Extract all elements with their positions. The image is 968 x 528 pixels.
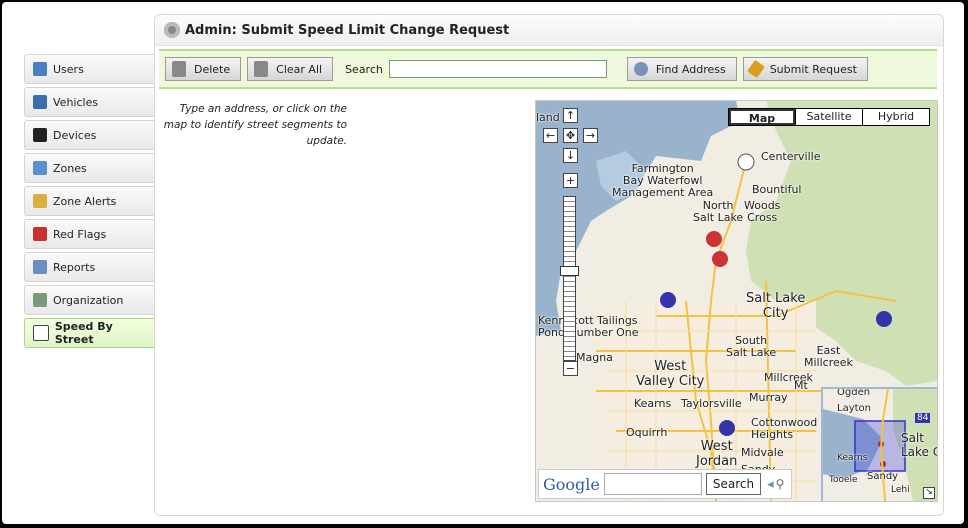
zoom-in-button[interactable]: +	[563, 173, 578, 188]
map-label-woods-cross: Woods Cross	[744, 199, 781, 224]
sidebar-item-label: Devices	[53, 128, 97, 142]
pan-center-button[interactable]: ✥	[563, 128, 578, 143]
map-label-kearns: Kearns	[634, 397, 672, 410]
envelope-icon	[33, 260, 47, 274]
map-label-north-salt-lake: North Salt Lake	[693, 199, 744, 224]
sidebar-item-label: Speed By Street	[54, 320, 113, 346]
map-view[interactable]: land Centerville Farmington Bay Waterfow…	[535, 100, 938, 502]
map-type-map[interactable]: Map	[729, 109, 795, 125]
sidebar-item-label: Users	[53, 62, 84, 76]
sidebar-item-vehicles[interactable]: Vehicles	[24, 87, 154, 117]
pan-down-button[interactable]: ↓	[563, 148, 578, 163]
sidebar-item-zone-alerts[interactable]: Zone Alerts	[24, 186, 154, 216]
overview-label-lehi: Lehi	[891, 485, 910, 495]
find-address-button[interactable]: Find Address	[626, 57, 737, 81]
sidebar-item-zones[interactable]: Zones	[24, 153, 154, 183]
map-label-south-salt-lake: South Salt Lake	[726, 334, 777, 359]
overview-shield-84: 84	[915, 413, 931, 423]
overview-label-salt-lake: Salt Lake Cit	[901, 431, 937, 459]
find-address-label: Find Address	[655, 62, 726, 76]
overview-label-sandy: Sandy	[867, 471, 899, 482]
zoom-out-button[interactable]: −	[563, 361, 578, 376]
google-magnifier-icon[interactable]: ⚲	[776, 477, 785, 491]
overview-label-layton: Layton	[837, 403, 871, 414]
map-label-farmington: Farmington Bay Waterfowl Management Area	[612, 162, 714, 199]
google-search-input[interactable]	[603, 473, 702, 495]
overview-label-ogden: Ogden	[837, 387, 871, 398]
car-icon	[33, 95, 47, 109]
toolbar: Delete Clear All Search Find Address Sub…	[159, 49, 937, 89]
map-label-salt-lake-city: Salt Lake City	[746, 291, 806, 321]
main-panel: Admin: Submit Speed Limit Change Request…	[154, 14, 944, 516]
sidebar-item-label: Zone Alerts	[53, 194, 117, 208]
map-label-island: land	[536, 111, 560, 124]
sidebar-item-speed-by-street[interactable]: Speed By Street	[24, 318, 154, 348]
map-label-midvale: Midvale	[741, 446, 784, 459]
clear-all-label: Clear All	[276, 62, 323, 76]
page-title: Admin: Submit Speed Limit Change Request	[185, 22, 510, 38]
google-search-bar: Google Search ◂ ⚲	[538, 469, 792, 499]
submit-request-label: Submit Request	[769, 62, 857, 76]
map-label-kennecott: Kennecott Tailings Pond Number One	[538, 314, 639, 339]
map-label-cottonwood: Cottonwood Heights	[751, 416, 818, 441]
map-label-bountiful: Bountiful	[752, 183, 802, 196]
delete-label: Delete	[194, 62, 231, 76]
sidebar: Users Vehicles Devices Zones Zone Alerts Red …	[24, 54, 154, 351]
map-type-control: Map Satellite Hybrid	[728, 108, 930, 126]
map-label-west-valley-city: West Valley City	[636, 359, 705, 389]
sidebar-item-label: Reports	[53, 260, 96, 274]
delete-button[interactable]: Delete	[165, 57, 242, 81]
map-label-murray: Murray	[749, 391, 788, 404]
map-label-taylorsville: Taylorsville	[681, 397, 742, 410]
search-label: Search	[345, 62, 383, 76]
google-logo: Google	[543, 474, 600, 494]
map-label-magna: Magna	[576, 351, 613, 364]
pan-right-button[interactable]: →	[583, 128, 598, 143]
user-icon	[33, 62, 47, 76]
map-label-centerville: Centerville	[761, 150, 821, 163]
sidebar-item-reports[interactable]: Reports	[24, 252, 154, 282]
sidebar-item-devices[interactable]: Devices	[24, 120, 154, 150]
zones-icon	[33, 161, 47, 175]
sidebar-item-label: Organization	[53, 293, 124, 307]
map-label-east-millcreek: East Millcreek	[804, 344, 853, 369]
map-label-oquirrh: Oquirrh	[626, 426, 668, 439]
map-label-mt: Mt	[794, 379, 808, 392]
red-flag-icon	[33, 227, 47, 241]
overview-label-tooele: Tooele	[829, 475, 858, 485]
map-label-west-jordan: West Jordan	[696, 439, 738, 469]
organization-icon	[33, 293, 47, 307]
zoom-slider-track[interactable]	[563, 196, 576, 361]
gear-icon	[164, 22, 180, 38]
sidebar-item-users[interactable]: Users	[24, 54, 154, 84]
sidebar-item-red-flags[interactable]: Red Flags	[24, 219, 154, 249]
trash-icon	[172, 61, 186, 77]
clear-all-button[interactable]: Clear All	[247, 57, 334, 81]
pencil-icon	[746, 59, 765, 79]
overview-label-kearns: Kearns	[837, 453, 868, 463]
submit-request-button[interactable]: Submit Request	[742, 57, 868, 81]
pan-left-button[interactable]: ←	[543, 128, 558, 143]
map-type-hybrid[interactable]: Hybrid	[862, 109, 929, 125]
sidebar-item-label: Zones	[53, 161, 87, 175]
sidebar-item-label: Vehicles	[53, 95, 99, 109]
device-icon	[33, 128, 47, 142]
speed-sign-icon	[33, 325, 49, 341]
overview-map[interactable]: Ogden Layton Salt Lake Cit Kearns Sandy …	[821, 387, 937, 501]
search-input[interactable]	[388, 60, 607, 78]
magnifier-icon	[633, 62, 648, 76]
zone-alert-icon	[33, 194, 47, 208]
pan-up-button[interactable]: ↑	[563, 108, 578, 123]
map-type-satellite[interactable]: Satellite	[795, 109, 862, 125]
title-bar: Admin: Submit Speed Limit Change Request	[155, 15, 943, 46]
zoom-slider-thumb[interactable]	[560, 266, 579, 276]
sidebar-item-label: Red Flags	[53, 227, 107, 241]
trash-icon	[254, 61, 269, 77]
instructions-text: Type an address, or click on the map to …	[163, 103, 347, 147]
overview-toggle-icon[interactable]: ↘	[923, 487, 935, 499]
google-arrow-icon[interactable]: ◂	[767, 477, 774, 492]
sidebar-item-organization[interactable]: Organization	[24, 285, 154, 315]
google-search-button[interactable]: Search	[705, 473, 762, 495]
